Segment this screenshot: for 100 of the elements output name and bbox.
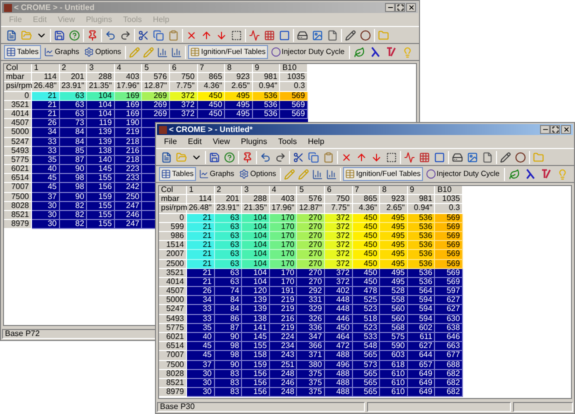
column-header: 9 — [252, 64, 280, 74]
column-header: 9 — [408, 186, 436, 196]
leaf-button[interactable] — [506, 166, 522, 182]
leaf-button[interactable] — [352, 44, 367, 60]
row-header: 6021 — [159, 333, 187, 342]
table-cell: 981 — [252, 73, 280, 82]
row-header: psi/rpm — [4, 82, 32, 92]
table-cell: 98 — [214, 342, 242, 352]
table-cell: 533 — [352, 333, 380, 342]
minimize-button[interactable] — [540, 125, 550, 134]
table-cell: 248 — [270, 388, 298, 398]
table-cell: 536 — [408, 250, 436, 260]
column-header: 4 — [114, 64, 142, 74]
table-cell: 45 — [32, 174, 60, 184]
table-cell: 488 — [324, 351, 353, 361]
table-cell: 233 — [114, 174, 142, 184]
table-cell: 923 — [380, 195, 408, 204]
window-title: < CROME > - Untitled* — [169, 126, 253, 134]
menu-item[interactable]: Edit — [188, 138, 202, 146]
table-cell: 155 — [242, 342, 270, 352]
row-header: 8521 — [4, 211, 32, 220]
table-cell: 372 — [324, 250, 353, 260]
table-cell: 155 — [87, 220, 115, 230]
table-cell: 63 — [214, 250, 242, 260]
table-cell: 104 — [242, 250, 270, 260]
table-cell: 26.48" — [32, 82, 60, 92]
menu-item[interactable]: Help — [308, 138, 324, 146]
maximize-button[interactable] — [395, 3, 405, 12]
menu-item[interactable]: Tools — [278, 138, 297, 146]
table-cell: 40 — [32, 165, 60, 174]
close-button[interactable] — [406, 3, 416, 12]
close-icon — [562, 126, 570, 133]
table-cell: 611 — [408, 333, 436, 342]
window-title: < CROME > - Untitled — [14, 4, 94, 12]
pencil-button[interactable] — [498, 150, 513, 164]
column-header: 4 — [270, 186, 298, 196]
pencil-button[interactable] — [343, 28, 358, 42]
row-header: 5000 — [4, 128, 32, 138]
table-cell: 45 — [187, 351, 215, 361]
table-cell: 450 — [352, 250, 380, 260]
pin-icon — [87, 30, 98, 40]
menu-item[interactable]: File — [164, 138, 177, 146]
square-icon — [434, 152, 445, 162]
help-button[interactable] — [67, 28, 82, 42]
table-cell: 90 — [60, 165, 88, 174]
table-cell: 0.94" — [252, 82, 280, 92]
menu-item[interactable]: View — [212, 138, 230, 146]
close-button[interactable] — [561, 125, 571, 134]
table-cell: 347 — [297, 333, 325, 342]
copy-button[interactable] — [151, 28, 166, 42]
table-cell: 488 — [324, 388, 353, 398]
table-cell: 525 — [352, 296, 380, 306]
table-cell: 865 — [352, 195, 380, 204]
pencil-icon — [129, 46, 140, 58]
lightbulb-icon — [556, 168, 568, 180]
row-header: 5247 — [159, 305, 187, 315]
menu-item[interactable]: Plugins — [240, 138, 268, 146]
lightbulb-icon — [402, 46, 413, 58]
pin-icon — [242, 152, 253, 162]
table-cell: 219 — [114, 128, 142, 138]
table-cell: 23.91" — [214, 204, 242, 214]
table-cell: 84 — [214, 305, 242, 315]
grid-icon — [419, 152, 430, 162]
table-cell: 372 — [324, 241, 353, 250]
leaf-icon — [508, 168, 520, 180]
table-cell: 12.87" — [297, 204, 325, 214]
table-cell: 82 — [60, 211, 88, 220]
table-cell: 17.96" — [270, 204, 298, 214]
table-cell: 170 — [270, 250, 298, 260]
table-cell: 21.35" — [87, 82, 115, 92]
row-header: 6021 — [4, 165, 32, 174]
tab-icon — [198, 169, 209, 179]
table-cell: 170 — [270, 241, 298, 250]
table-cell: 201 — [214, 195, 242, 204]
table-cell: 610 — [380, 388, 408, 398]
table-cell: 26 — [187, 287, 215, 296]
table-cell: 98 — [60, 174, 88, 184]
tab-icon — [161, 169, 171, 179]
lambda-icon — [526, 169, 535, 179]
line-graph-button[interactable] — [247, 28, 262, 42]
minimize-button[interactable] — [385, 3, 395, 12]
table-cell: 84 — [214, 296, 242, 306]
line-graph-button[interactable] — [402, 150, 417, 164]
table-cell: 750 — [170, 73, 198, 82]
maximize-button[interactable] — [550, 125, 560, 134]
row-header: 4507 — [159, 287, 187, 296]
undo-icon — [105, 30, 116, 40]
table-cell: 191 — [270, 287, 298, 296]
folder-icon — [378, 30, 389, 40]
circle-icon — [426, 169, 436, 179]
circle-button[interactable] — [513, 150, 528, 164]
undo-icon — [260, 152, 271, 162]
help-button[interactable] — [222, 150, 237, 164]
table-cell: 4.36" — [198, 82, 226, 92]
circle-button[interactable] — [358, 28, 373, 42]
table-cell: 98 — [214, 351, 242, 361]
copy-button[interactable] — [306, 150, 321, 164]
table-cell: 448 — [324, 296, 353, 306]
circle-icon — [515, 152, 526, 162]
table-cell: 201 — [60, 73, 88, 82]
